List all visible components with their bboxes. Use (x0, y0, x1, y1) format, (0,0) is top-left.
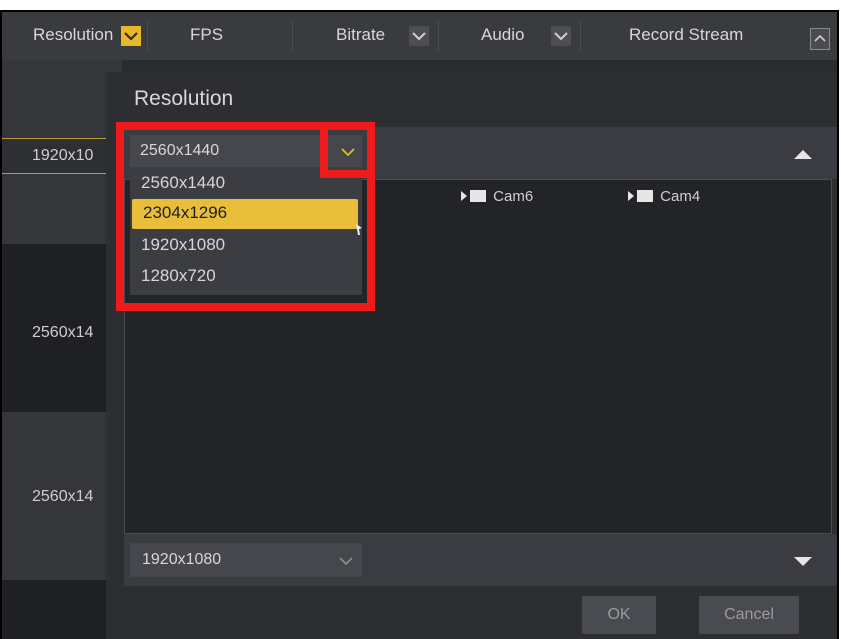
header-divider (292, 20, 293, 52)
bitrate-chevron-down-icon[interactable] (409, 26, 429, 46)
row-resolution-2: 2560x14 (32, 324, 94, 341)
left-column: 1920x10 2560x14 2560x14 (2, 60, 122, 639)
selected-row[interactable]: 1920x10 (2, 138, 122, 174)
bottom-toolbar: 1920x1080 (124, 534, 837, 586)
triangle-up-icon[interactable] (792, 147, 814, 161)
table-row[interactable]: 2560x14 (2, 244, 122, 412)
camera-icon (628, 190, 653, 202)
header-audio[interactable]: Audio (481, 12, 524, 60)
table-header: Resolution FPS Bitrate Audio Record Stre… (2, 12, 837, 60)
ok-button[interactable]: OK (582, 596, 656, 634)
header-divider (147, 20, 148, 52)
row-bg (2, 60, 122, 138)
header-bitrate[interactable]: Bitrate (336, 12, 385, 60)
row-bg (2, 174, 122, 244)
row-resolution-1: 1920x10 (32, 147, 94, 164)
header-record-stream[interactable]: Record Stream (629, 12, 743, 60)
dialog-title: Resolution (134, 87, 234, 110)
table-row[interactable]: 2560x14 (2, 412, 122, 580)
bottom-select-value: 1920x1080 (142, 551, 222, 568)
triangle-down-icon[interactable] (792, 555, 814, 569)
annotation-chevron-box (320, 122, 375, 178)
bottom-resolution-select[interactable]: 1920x1080 (130, 543, 362, 577)
header-fps[interactable]: FPS (190, 12, 223, 60)
audio-chevron-down-icon[interactable] (551, 26, 571, 46)
scroll-up-button[interactable] (810, 28, 830, 50)
row-resolution-3: 2560x14 (32, 488, 94, 505)
chevron-up-icon (814, 34, 826, 42)
table-row (2, 580, 122, 639)
header-divider (580, 20, 581, 52)
camera-item[interactable]: Cam4 (628, 188, 700, 205)
header-resolution[interactable]: Resolution (33, 12, 113, 60)
chevron-down-icon[interactable] (339, 556, 353, 566)
camera-item[interactable]: Cam6 (461, 188, 533, 205)
camera-label: Cam6 (493, 188, 534, 205)
camera-label: Cam4 (660, 188, 701, 205)
resolution-chevron-down-icon[interactable] (121, 26, 141, 46)
camera-icon (461, 190, 486, 202)
header-divider (438, 20, 439, 52)
cancel-button[interactable]: Cancel (699, 596, 799, 634)
app-window: Resolution FPS Bitrate Audio Record Stre… (0, 10, 839, 639)
